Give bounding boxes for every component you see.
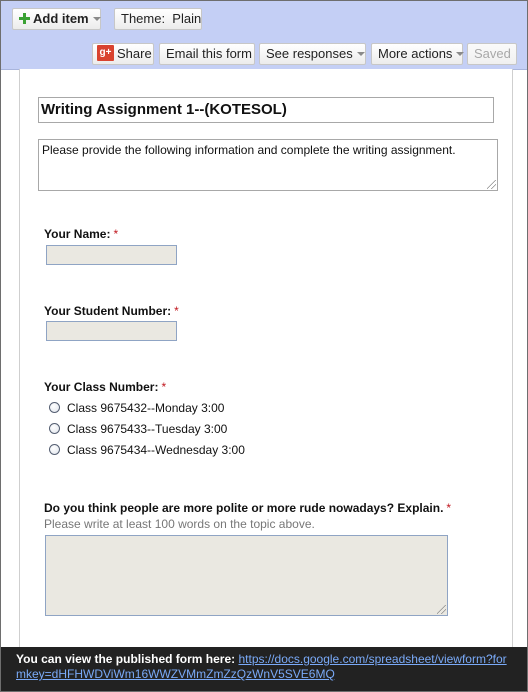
more-actions-label: More actions [378,46,453,61]
add-item-button[interactable]: Add item [12,8,101,30]
published-form-text: You can view the published form here: [16,652,236,666]
question-essay-help: Please write at least 100 words on the t… [44,517,315,531]
question-name-label: Your Name: * [44,227,118,241]
more-actions-button[interactable]: More actions [371,43,465,65]
radio-option-label: Class 9675433--Tuesday 3:00 [67,422,228,436]
required-marker: * [174,304,179,318]
theme-label: Theme: Plain [121,11,202,26]
radio-button[interactable] [49,402,60,414]
share-label: Share [117,46,152,61]
question-name-text: Your Name: [44,227,111,241]
email-form-button[interactable]: Email this form [159,43,255,65]
resize-handle-icon[interactable] [437,605,446,614]
saved-label: Saved [474,46,511,61]
chevron-down-icon [456,51,465,56]
chevron-down-icon [92,16,101,21]
radio-option-label: Class 9675434--Wednesday 3:00 [67,443,245,457]
radio-option-monday[interactable]: Class 9675432--Monday 3:00 [49,400,224,416]
required-marker: * [161,380,167,394]
question-student-number-label: Your Student Number: * [44,304,179,318]
question-class-number-text: Your Class Number: [44,380,159,394]
question-essay-text: Do you think people are more polite or m… [44,501,444,515]
required-marker: * [113,227,119,241]
question-essay-label: Do you think people are more polite or m… [44,501,451,515]
form-description-textarea[interactable]: Please provide the following information… [38,139,498,191]
published-form-bar: You can view the published form here: ht… [1,647,527,691]
responses-label: See responses [266,46,353,61]
form-description-text: Please provide the following information… [42,143,456,157]
plus-icon [19,12,30,24]
add-item-label: Add item [33,11,89,26]
name-text-field[interactable] [46,245,177,265]
form-card: Writing Assignment 1--(KOTESOL) Please p… [19,69,513,649]
radio-option-tuesday[interactable]: Class 9675433--Tuesday 3:00 [49,421,227,437]
resize-handle-icon[interactable] [487,180,496,189]
see-responses-button[interactable]: See responses [259,43,366,65]
student-number-text-field[interactable] [46,321,177,341]
theme-button[interactable]: Theme: Plain [114,8,202,30]
form-title-input[interactable]: Writing Assignment 1--(KOTESOL) [38,97,494,123]
question-class-number-label: Your Class Number: * [44,380,166,394]
radio-button[interactable] [49,444,60,456]
radio-option-label: Class 9675432--Monday 3:00 [67,401,225,415]
radio-button[interactable] [49,423,60,435]
google-plus-icon: g+ [97,45,114,62]
email-label: Email this form [166,46,252,61]
radio-option-wednesday[interactable]: Class 9675434--Wednesday 3:00 [49,442,245,458]
chevron-down-icon [356,51,365,56]
question-student-number-text: Your Student Number: [44,304,172,318]
required-marker: * [446,501,452,515]
essay-textarea[interactable] [45,535,448,616]
toolbar: Add item Theme: Plain g+ Share Email this… [1,1,527,70]
form-editor-window: Add item Theme: Plain g+ Share Email this… [0,0,528,692]
share-button[interactable]: g+ Share [92,43,154,65]
saved-button[interactable]: Saved [467,43,517,65]
